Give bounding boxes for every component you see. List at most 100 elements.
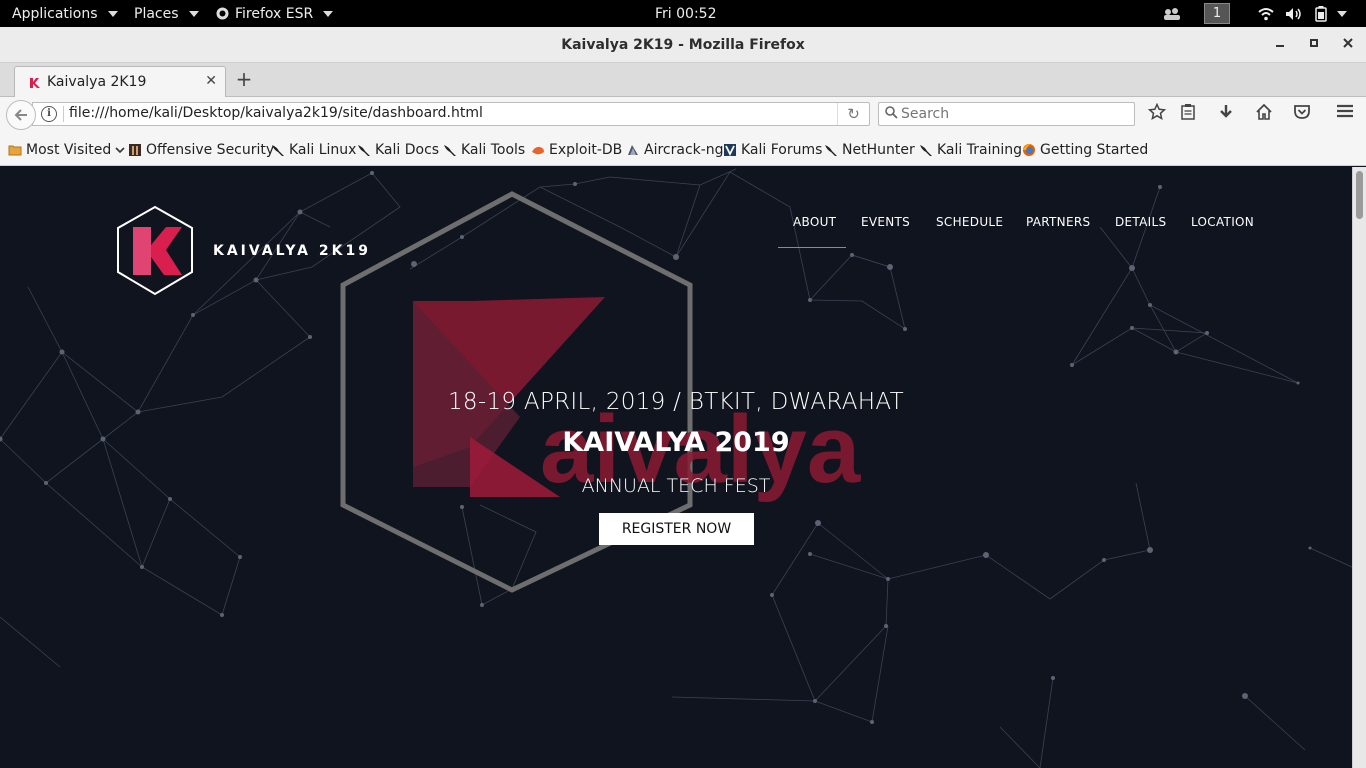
bookmark-label: Getting Started — [1040, 142, 1149, 158]
bookmark-label: NetHunter — [842, 142, 915, 158]
bookmark-label: Kali Forums — [741, 142, 823, 158]
firefox-app-menu[interactable]: Firefox ESR — [216, 0, 334, 27]
kali-forums-icon — [724, 144, 736, 157]
bookmark-exploit-db[interactable]: Exploit-DB — [531, 140, 622, 160]
bookmark-kali-tools[interactable]: Kali Tools — [443, 140, 525, 160]
search-box[interactable] — [878, 102, 1135, 126]
nav-location[interactable]: LOCATION — [1191, 215, 1254, 229]
tab-label: Kaivalya 2K19 — [47, 74, 147, 90]
window-title-bar[interactable]: Kaivalya 2K19 - Mozilla Firefox — [0, 27, 1366, 63]
places-menu[interactable]: Places — [134, 0, 199, 27]
nav-about[interactable]: ABOUT — [793, 215, 836, 229]
info-icon[interactable]: i — [41, 106, 57, 122]
reading-list-button[interactable] — [1177, 103, 1199, 125]
people-icon-glyph — [1164, 7, 1180, 20]
volume-icon[interactable] — [1285, 0, 1303, 27]
bookmark-kali-training[interactable]: Kali Training — [919, 140, 1022, 160]
applications-menu[interactable]: Applications — [12, 0, 118, 27]
new-tab-button[interactable]: + — [234, 68, 254, 90]
kaivalya-logo — [117, 205, 193, 296]
back-button[interactable] — [6, 100, 36, 130]
applications-label: Applications — [12, 5, 98, 22]
bookmark-offensive-security[interactable]: Offensive Security — [128, 140, 274, 160]
kali-dragon-icon — [444, 145, 456, 156]
bookmark-kali-docs[interactable]: Kali Docs — [357, 140, 439, 160]
kali-dragon-icon — [272, 145, 284, 156]
bookmark-aircrack-ng[interactable]: Aircrack-ng — [626, 140, 724, 160]
workspace-indicator[interactable]: 1 — [1204, 3, 1230, 24]
exploitdb-icon — [532, 146, 544, 155]
hero-date: 18-19 APRIL, 2019 / BTKIT, DWARAHAT — [447, 389, 904, 415]
download-arrow-icon — [1220, 105, 1232, 118]
nav-schedule[interactable]: SCHEDULE — [936, 215, 1003, 229]
nav-details[interactable]: DETAILS — [1115, 215, 1166, 229]
page-scrollbar[interactable] — [1352, 167, 1366, 768]
window-title: Kaivalya 2K19 - Mozilla Firefox — [561, 37, 805, 53]
star-icon — [1147, 102, 1167, 121]
people-icon[interactable] — [1162, 0, 1182, 27]
aircrack-icon — [628, 145, 638, 155]
bookmark-star-button[interactable] — [1146, 102, 1168, 125]
wifi-icon[interactable] — [1258, 0, 1274, 27]
scrollbar-thumb[interactable] — [1356, 171, 1363, 219]
kali-dragon-icon — [920, 145, 932, 156]
close-window-button[interactable] — [1338, 35, 1358, 55]
search-input[interactable] — [901, 104, 1126, 124]
bookmark-label: Kali Tools — [461, 142, 526, 158]
folder-icon — [8, 145, 22, 156]
pocket-icon — [1294, 105, 1310, 119]
bookmarks-toolbar: Most Visited Offensive Security Kali Lin… — [0, 133, 1366, 166]
power-menu[interactable] — [1315, 0, 1347, 27]
bookmark-kali-forums[interactable]: Kali Forums — [723, 140, 822, 160]
tab-kaivalya[interactable]: Kaivalya 2K19 ✕ — [14, 66, 226, 98]
bookmark-label: Aircrack-ng — [644, 142, 724, 158]
page-content: aivalya KAIVALYA 2K19 ABOUT EVENTS SCHED… — [0, 167, 1352, 768]
bookmark-label: Most Visited — [26, 142, 112, 158]
nav-events[interactable]: EVENTS — [861, 215, 910, 229]
chevron-down-icon — [323, 10, 334, 17]
site-brand-name[interactable]: KAIVALYA 2K19 — [213, 243, 371, 259]
downloads-button[interactable] — [1215, 103, 1237, 125]
back-arrow-icon — [14, 109, 27, 121]
bookmark-kali-linux[interactable]: Kali Linux — [271, 140, 356, 160]
bookmark-label: Kali Training — [937, 142, 1022, 158]
chevron-down-icon — [1337, 10, 1347, 17]
maximize-button[interactable] — [1304, 35, 1324, 55]
nav-partners[interactable]: PARTNERS — [1026, 215, 1090, 229]
bookmark-getting-started[interactable]: Getting Started — [1022, 140, 1148, 160]
minimize-icon — [1276, 45, 1284, 47]
bookmark-most-visited[interactable]: Most Visited — [8, 140, 125, 160]
firefox-icon — [1023, 144, 1035, 156]
clipboard-icon — [1181, 104, 1195, 120]
volume-icon-glyph — [1286, 7, 1301, 20]
maximize-icon — [1310, 39, 1318, 47]
close-icon — [1343, 38, 1353, 48]
chevron-down-icon — [188, 10, 199, 17]
hero-title: KAIVALYA 2019 — [562, 427, 790, 458]
offsec-icon — [129, 144, 141, 156]
kaivalya-favicon — [30, 78, 40, 88]
url-bar[interactable]: i file:///home/kali/Desktop/kaivalya2k19… — [32, 102, 870, 126]
bookmark-label: Kali Docs — [375, 142, 440, 158]
places-label: Places — [134, 5, 179, 22]
clock-label: Fri 00:52 — [655, 5, 717, 22]
close-tab-icon[interactable]: ✕ — [205, 73, 217, 89]
reload-icon[interactable]: ↻ — [837, 103, 869, 125]
url-separator — [63, 106, 64, 122]
bookmark-nethunter[interactable]: NetHunter — [824, 140, 915, 160]
pocket-button[interactable] — [1291, 103, 1313, 125]
url-text[interactable]: file:///home/kali/Desktop/kaivalya2k19/s… — [69, 105, 483, 121]
firefox-icon — [216, 7, 229, 20]
register-now-button[interactable]: REGISTER NOW — [599, 513, 754, 545]
bookmark-label: Offensive Security — [146, 142, 275, 158]
kali-dragon-icon — [825, 145, 837, 156]
home-button[interactable] — [1253, 103, 1275, 125]
minimize-button[interactable] — [1270, 35, 1290, 55]
clock[interactable]: Fri 00:52 — [655, 0, 716, 27]
tab-strip: Kaivalya 2K19 ✕ + — [0, 63, 1366, 98]
active-nav-underline — [778, 247, 846, 248]
hamburger-menu-button[interactable] — [1334, 103, 1356, 125]
bookmark-label: Exploit-DB — [549, 142, 623, 158]
home-icon — [1256, 103, 1272, 120]
navigation-toolbar: i file:///home/kali/Desktop/kaivalya2k19… — [0, 97, 1366, 133]
